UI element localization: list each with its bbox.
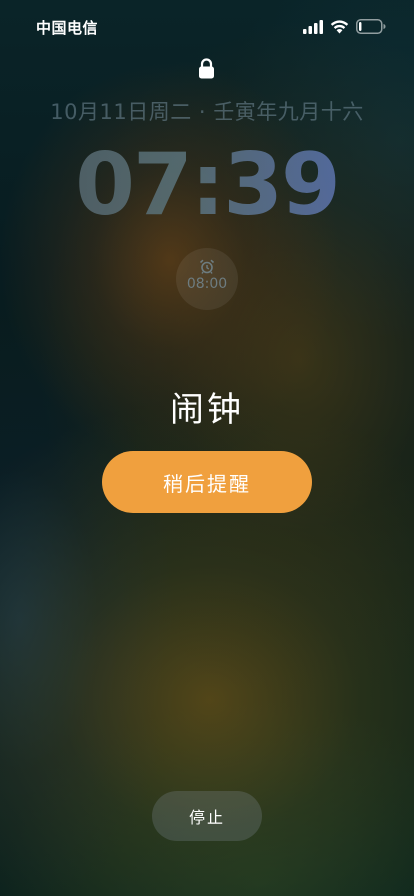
alarm-clock-icon: [199, 259, 215, 274]
snooze-button[interactable]: 稍后提醒: [102, 451, 312, 513]
lock-screen-date: 10月11日周二 · 壬寅年九月十六: [50, 100, 364, 124]
alarm-widget[interactable]: 08:00: [176, 248, 238, 310]
battery-icon: [356, 19, 386, 34]
alarm-widget-time: 08:00: [186, 276, 228, 292]
stop-button[interactable]: 停止: [152, 791, 262, 841]
alarm-title: 闹钟: [170, 390, 244, 430]
wifi-icon: [330, 20, 349, 34]
lock-icon: [199, 58, 214, 79]
carrier-label: 中国电信: [36, 19, 99, 37]
signal-bars-icon: [303, 20, 323, 34]
status-bar: 中国电信: [0, 0, 414, 56]
lock-screen-clock: 07:39: [0, 130, 414, 240]
